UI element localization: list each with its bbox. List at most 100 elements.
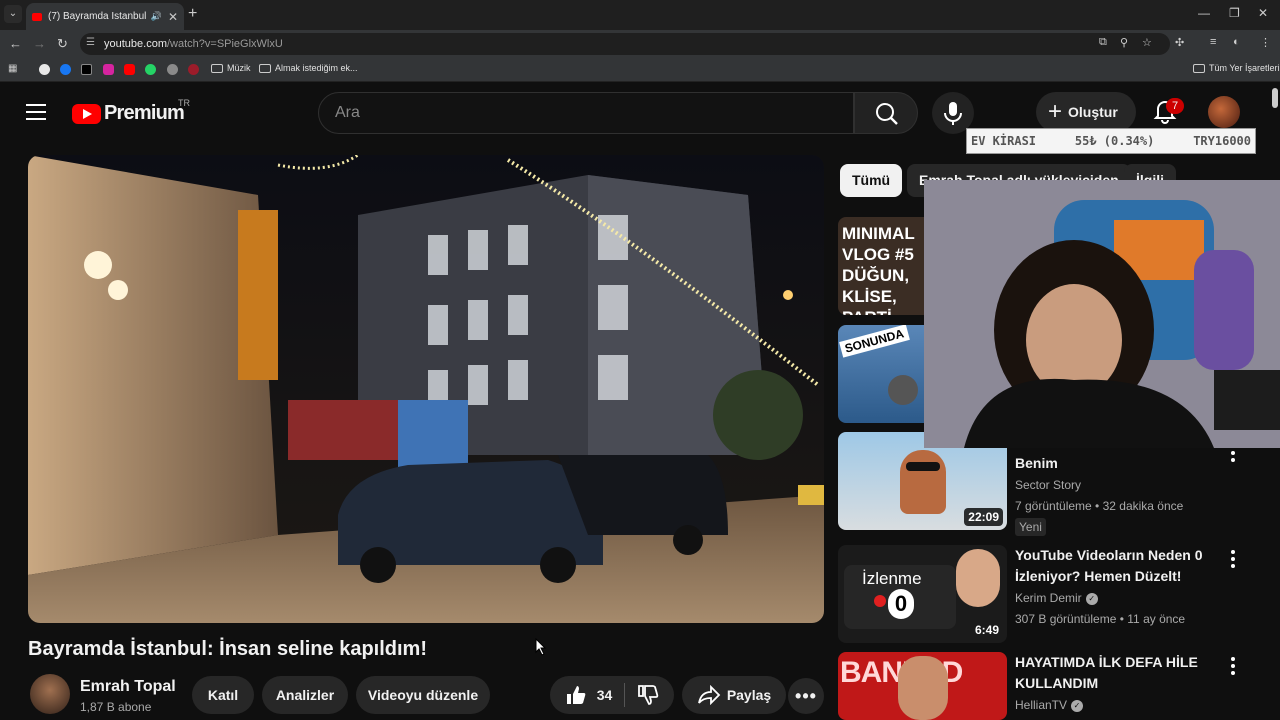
recommendation-thumbnail[interactable]: BANNED bbox=[838, 652, 1007, 720]
share-button[interactable]: Paylaş bbox=[682, 676, 786, 714]
video-player[interactable] bbox=[28, 155, 824, 623]
ticker-amount: TRY16000 bbox=[1193, 134, 1251, 148]
pinterest-icon[interactable] bbox=[188, 64, 199, 75]
bookmark-globe-icon[interactable] bbox=[167, 64, 178, 75]
profile-icon[interactable]: ◐ bbox=[1233, 36, 1240, 48]
webcam-overlay bbox=[924, 180, 1280, 448]
new-tab-button[interactable]: + bbox=[188, 5, 197, 23]
google-icon[interactable] bbox=[39, 64, 50, 75]
country-code: TR bbox=[178, 98, 190, 108]
subscriber-count: 1,87 B abone bbox=[80, 700, 152, 714]
more-actions-button[interactable]: ••• bbox=[788, 678, 824, 714]
restore-icon[interactable]: ❐ bbox=[1229, 6, 1240, 20]
recommendation-title[interactable]: YouTube Videoların Neden 0 İzleniyor? He… bbox=[1015, 545, 1221, 587]
minimize-icon[interactable]: — bbox=[1198, 6, 1210, 20]
recommendation-channel[interactable]: Sector Story bbox=[1015, 478, 1081, 492]
bookmark-star-icon[interactable]: ☆ bbox=[1142, 36, 1152, 49]
thumbnail-person bbox=[900, 450, 946, 514]
create-button[interactable]: + Oluştur bbox=[1036, 92, 1136, 132]
share-icon bbox=[697, 685, 721, 705]
bookmarks-bar: ▦ Müzik Almak istediğim ek... Tüm Yer İş… bbox=[0, 58, 1280, 82]
hamburger-menu-icon[interactable] bbox=[26, 104, 46, 120]
site-info-icon[interactable]: ☰ bbox=[86, 37, 95, 48]
facebook-icon[interactable] bbox=[60, 64, 71, 75]
like-dislike-group: 34 bbox=[550, 676, 674, 714]
browser-nav-bar: ← → ↻ youtube.com/watch?v=SPieGlxWlxU ☰ … bbox=[0, 30, 1280, 58]
verified-icon: ✓ bbox=[1071, 699, 1084, 712]
thumbnail-person bbox=[898, 656, 948, 720]
thumbnail-zero: 0 bbox=[888, 589, 914, 619]
bookmark-folder-label: Almak istediğim ek... bbox=[275, 63, 358, 73]
video-title: Bayramda İstanbul: İnsan seline kapıldım… bbox=[28, 638, 428, 660]
close-window-icon[interactable]: ✕ bbox=[1258, 6, 1268, 20]
install-app-icon[interactable]: ⧉ bbox=[1099, 36, 1107, 49]
recommendation-title[interactable]: Benim bbox=[1015, 453, 1221, 474]
recommendation-channel[interactable]: Kerim Demir ✓ bbox=[1015, 591, 1098, 605]
recommendation-title[interactable]: HAYATIMDA İLK DEFA HİLE KULLANDIM bbox=[1015, 652, 1221, 694]
page-scrollbar[interactable] bbox=[1272, 88, 1278, 108]
verified-icon: ✓ bbox=[1085, 592, 1098, 605]
new-badge: Yeni bbox=[1015, 518, 1046, 536]
more-menu-icon[interactable]: ⋮ bbox=[1260, 36, 1271, 49]
like-icon[interactable] bbox=[565, 684, 587, 706]
ticker-change: 55₺ (0.34%) bbox=[1074, 134, 1155, 148]
address-bar[interactable]: youtube.com/watch?v=SPieGlxWlxU bbox=[80, 33, 1170, 55]
channel-label: HellianTV bbox=[1015, 698, 1068, 712]
kebab-menu-icon[interactable] bbox=[1228, 657, 1238, 675]
youtube-premium-logo[interactable]: Premium TR bbox=[72, 98, 190, 125]
url-host: youtube.com bbox=[104, 38, 167, 50]
forward-icon[interactable]: → bbox=[33, 36, 46, 51]
bookmark-folder-music[interactable]: Müzik bbox=[211, 63, 251, 73]
zoom-icon[interactable]: ⚲ bbox=[1120, 36, 1128, 49]
chip-all[interactable]: Tümü bbox=[840, 164, 903, 197]
logo-text: Premium bbox=[104, 102, 185, 124]
channel-name[interactable]: Emrah Topal bbox=[80, 678, 176, 696]
kebab-menu-icon[interactable] bbox=[1228, 550, 1238, 568]
tab-title: (7) Bayramda İstanbul: İnsan seline kapı… bbox=[48, 11, 147, 22]
all-bookmarks-label: Tüm Yer İşaretleri bbox=[1209, 63, 1280, 73]
recommendation-channel[interactable]: HellianTV ✓ bbox=[1015, 698, 1084, 712]
browser-tab-active[interactable]: (7) Bayramda İstanbul: İnsan seline kapı… bbox=[26, 3, 184, 30]
youtube-bookmark-icon[interactable] bbox=[124, 64, 135, 75]
all-bookmarks-folder[interactable]: Tüm Yer İşaretleri bbox=[1193, 63, 1280, 73]
recommendation-meta: 7 görüntüleme • 32 dakika önce bbox=[1015, 499, 1184, 513]
like-separator bbox=[624, 683, 626, 707]
recommendation-meta: 307 B görüntüleme • 11 ay önce bbox=[1015, 612, 1186, 626]
join-button[interactable]: Katıl bbox=[192, 676, 254, 714]
dislike-icon[interactable] bbox=[637, 684, 659, 706]
recommendation-thumbnail[interactable]: İzlenme 0 6:49 bbox=[838, 545, 1007, 643]
whatsapp-icon[interactable] bbox=[145, 64, 156, 75]
tab-search-button[interactable]: ⌄ bbox=[4, 5, 22, 23]
back-icon[interactable]: ← bbox=[9, 36, 22, 51]
mouse-cursor-icon bbox=[535, 638, 547, 656]
search-input[interactable]: Ara bbox=[318, 92, 854, 134]
extensions-icon[interactable]: ✣ bbox=[1175, 36, 1184, 49]
folder-icon bbox=[259, 63, 271, 73]
plus-icon: + bbox=[1048, 98, 1063, 125]
folder-icon bbox=[211, 63, 223, 73]
apps-grid-icon[interactable]: ▦ bbox=[8, 63, 17, 74]
account-avatar[interactable] bbox=[1208, 96, 1240, 128]
edit-video-button[interactable]: Videoyu düzenle bbox=[356, 676, 490, 714]
reload-icon[interactable]: ↻ bbox=[57, 36, 68, 52]
close-tab-icon[interactable]: ✕ bbox=[168, 10, 178, 24]
url-path: /watch?v=SPieGlxWlxU bbox=[166, 38, 283, 50]
channel-avatar[interactable] bbox=[30, 674, 70, 714]
stock-ticker-overlay: EV KİRASI 55₺ (0.34%) TRY16000 bbox=[966, 128, 1256, 154]
instagram-icon[interactable] bbox=[103, 64, 114, 75]
ticker-name: EV KİRASI bbox=[971, 134, 1037, 148]
notification-count-badge: 7 bbox=[1166, 98, 1184, 114]
thumbnail-text: İzlenme bbox=[862, 569, 922, 588]
audio-playing-icon[interactable]: 🔊 bbox=[151, 11, 162, 22]
media-controls-icon[interactable]: ≡ bbox=[1210, 36, 1216, 48]
folder-icon bbox=[1193, 63, 1205, 73]
thumbnail-text: MINIMAL VLOG #5 DÜĞUN, KLİSE, PARTİ bbox=[842, 224, 915, 315]
x-icon[interactable] bbox=[81, 64, 92, 75]
bookmark-folder-wishlist[interactable]: Almak istediğim ek... bbox=[259, 63, 358, 73]
search-button[interactable] bbox=[854, 92, 918, 134]
youtube-favicon-icon bbox=[32, 12, 42, 21]
video-duration: 22:09 bbox=[964, 508, 1003, 526]
analytics-button[interactable]: Analizler bbox=[262, 676, 348, 714]
thumbnail-sunglasses bbox=[906, 462, 940, 471]
thumbnail-person bbox=[956, 549, 1000, 607]
